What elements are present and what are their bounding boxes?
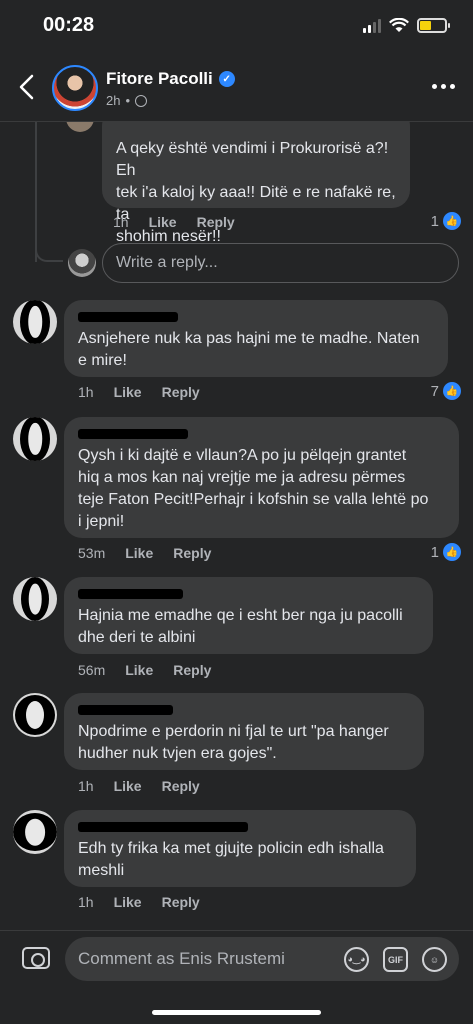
comment-bubble: Qysh i ki dajtë e vllaun?A po ju pëlqejn… xyxy=(64,417,459,538)
like-button[interactable]: Like xyxy=(114,894,142,910)
avatar xyxy=(68,249,96,277)
globe-icon xyxy=(135,94,148,107)
avatar[interactable] xyxy=(13,417,57,461)
comment-bubble: A qeky është vendimi i Prokurorisë a?! E… xyxy=(102,122,410,245)
comment-text: Npodrime e perdorin ni fjal te urt "pa h… xyxy=(78,723,389,762)
comments-feed[interactable]: A qeky është vendimi i Prokurorisë a?! E… xyxy=(0,122,473,930)
comment-author[interactable] xyxy=(78,703,410,717)
avatar-icon[interactable]: ◕‿◕ xyxy=(344,947,369,972)
comment-input[interactable]: Comment as Enis Rrustemi ◕‿◕ GIF ☺ xyxy=(65,937,459,981)
like-icon: 👍 xyxy=(443,543,461,561)
camera-icon[interactable] xyxy=(22,947,50,969)
comment-bubble: Npodrime e perdorin ni fjal te urt "pa h… xyxy=(64,693,424,770)
comment-bubble: Hajnia me emadhe qe i esht ber nga ju pa… xyxy=(64,577,433,654)
thread-line xyxy=(35,122,37,262)
reply-input[interactable]: Write a reply... xyxy=(102,243,459,283)
reply-placeholder: Write a reply... xyxy=(116,254,218,271)
avatar[interactable] xyxy=(13,577,57,621)
like-icon: 👍 xyxy=(443,382,461,400)
signal-icon xyxy=(363,18,381,33)
comment-time: 1h xyxy=(78,778,94,794)
status-icons xyxy=(363,18,450,33)
comment-text: Hajnia me emadhe qe i esht ber nga ju pa… xyxy=(78,607,403,646)
post-age: 2h xyxy=(106,93,121,108)
like-button[interactable]: Like xyxy=(114,778,142,794)
wifi-icon xyxy=(389,18,409,32)
post-meta: 2h • xyxy=(106,93,148,108)
status-bar: 00:28 xyxy=(0,0,473,56)
comment-text: Asnjehere nuk ka pas hajni me te madhe. … xyxy=(78,330,420,369)
comment-actions: 1h Like Reply xyxy=(78,894,200,910)
post-header: Fitore Pacolli ✓ 2h • xyxy=(0,56,473,122)
comment-actions: 56m Like Reply xyxy=(78,662,211,678)
separator-dot: • xyxy=(125,93,131,108)
reaction-count[interactable]: 1 👍 xyxy=(431,212,461,230)
comment-time: 1h xyxy=(113,214,129,230)
comment-time: 56m xyxy=(78,662,106,678)
reply-button[interactable]: Reply xyxy=(197,214,235,230)
page-name-row[interactable]: Fitore Pacolli ✓ xyxy=(106,69,235,89)
reply-button[interactable]: Reply xyxy=(162,778,200,794)
comment-placeholder: Comment as Enis Rrustemi xyxy=(78,949,285,968)
avatar[interactable] xyxy=(13,300,57,344)
comment-author[interactable] xyxy=(78,587,419,601)
more-icon[interactable] xyxy=(432,84,455,89)
reaction-count[interactable]: 7 👍 xyxy=(431,382,461,400)
comment-author[interactable] xyxy=(78,427,445,441)
like-icon: 👍 xyxy=(443,212,461,230)
reply-button[interactable]: Reply xyxy=(173,545,211,561)
reaction-number: 7 xyxy=(430,382,439,400)
back-icon[interactable] xyxy=(16,74,38,100)
status-time: 00:28 xyxy=(43,14,95,36)
comment-composer-bar: Comment as Enis Rrustemi ◕‿◕ GIF ☺ xyxy=(0,930,473,1024)
comment-bubble: Edh ty frika ka met gjujte policin edh i… xyxy=(64,810,416,887)
reply-button[interactable]: Reply xyxy=(173,662,211,678)
avatar[interactable] xyxy=(13,810,57,854)
reaction-number: 1 xyxy=(430,212,439,230)
gif-icon[interactable]: GIF xyxy=(383,947,408,972)
avatar[interactable] xyxy=(66,122,94,132)
comment-text: Qysh i ki dajtë e vllaun?A po ju pëlqejn… xyxy=(78,447,429,530)
like-button[interactable]: Like xyxy=(149,214,177,230)
comment-text: A qeky është vendimi i Prokurorisë a?! E… xyxy=(116,140,396,245)
page-name[interactable]: Fitore Pacolli xyxy=(106,69,213,89)
comment-author[interactable] xyxy=(78,820,402,834)
emoji-icon[interactable]: ☺ xyxy=(422,947,447,972)
like-button[interactable]: Like xyxy=(114,384,142,400)
comment-bubble: Asnjehere nuk ka pas hajni me te madhe. … xyxy=(64,300,448,377)
battery-icon xyxy=(417,18,450,33)
comment-actions: 53m Like Reply xyxy=(78,545,211,561)
like-button[interactable]: Like xyxy=(125,662,153,678)
comment-time: 1h xyxy=(78,894,94,910)
page-avatar[interactable] xyxy=(52,65,98,111)
thread-curve xyxy=(35,242,63,262)
like-button[interactable]: Like xyxy=(125,545,153,561)
avatar[interactable] xyxy=(13,693,57,737)
comment-actions: 1h Like Reply xyxy=(78,384,200,400)
verified-icon: ✓ xyxy=(218,71,235,87)
comment-text: Edh ty frika ka met gjujte policin edh i… xyxy=(78,840,384,879)
comment-actions: 1h Like Reply xyxy=(113,214,235,230)
comment-time: 53m xyxy=(78,545,106,561)
reaction-count[interactable]: 1 👍 xyxy=(431,543,461,561)
reply-button[interactable]: Reply xyxy=(162,384,200,400)
comment-time: 1h xyxy=(78,384,94,400)
home-indicator xyxy=(152,1010,321,1015)
reply-button[interactable]: Reply xyxy=(162,894,200,910)
comment-actions: 1h Like Reply xyxy=(78,778,200,794)
reaction-number: 1 xyxy=(430,543,439,561)
composer-icons: ◕‿◕ GIF ☺ xyxy=(344,947,447,972)
comment-author[interactable] xyxy=(78,310,434,324)
